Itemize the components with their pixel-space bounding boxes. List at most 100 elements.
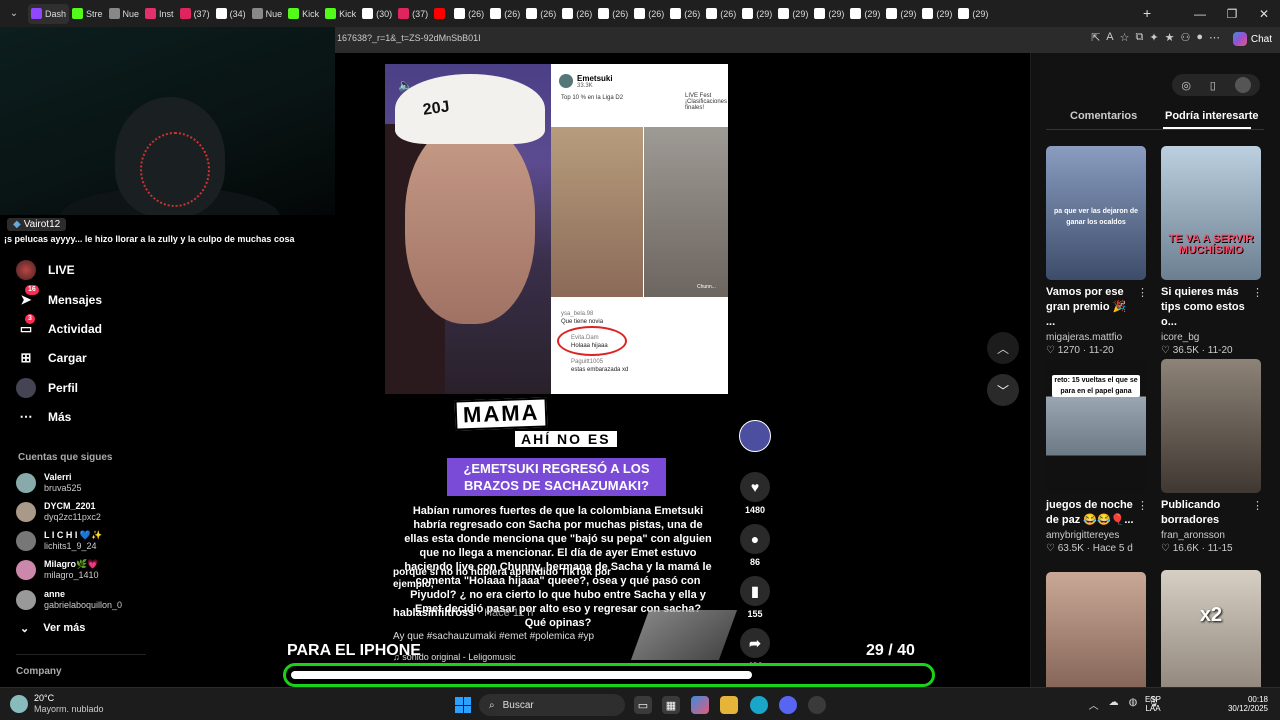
taskbar-search[interactable]: ⌕ Buscar — [479, 694, 625, 716]
recommended-card[interactable]: TE VA A SERVIR MUCHÍSIMO Si quieres más … — [1161, 146, 1263, 356]
app-icon[interactable] — [808, 696, 826, 714]
favorites-icon[interactable]: ★ — [1165, 31, 1175, 44]
phone-icon[interactable]: ▯ — [1210, 79, 1216, 92]
video-author[interactable]: hablasinfiltross · Hace 11 h — [393, 607, 533, 619]
tab-list-icon[interactable]: ⌄ — [0, 4, 28, 24]
card-thumbnail[interactable] — [1161, 359, 1261, 493]
followed-account[interactable]: DYCM_2201 dyq2zc11pxc2 — [16, 499, 101, 525]
recommended-card[interactable] — [1046, 572, 1146, 706]
favorite-icon[interactable]: ☆ — [1120, 31, 1130, 44]
copilot-button[interactable]: Chat — [1232, 32, 1272, 46]
copilot-app-icon[interactable] — [691, 696, 709, 714]
browser-tab[interactable]: Stre — [69, 4, 106, 24]
split-screen-icon[interactable]: ⧉ — [1136, 31, 1144, 44]
followed-account[interactable]: Milagro🌿💗 milagro_1410 — [16, 557, 99, 583]
browser-tab[interactable]: (26) — [487, 4, 523, 24]
creator-avatar-button[interactable] — [738, 420, 772, 452]
save-button[interactable]: ▮ 155 — [738, 576, 772, 619]
nav-activity[interactable]: ▭ 3 Actividad — [16, 314, 102, 341]
comment-button[interactable]: ● 86 — [738, 524, 772, 567]
card-thumbnail[interactable] — [1046, 572, 1146, 706]
more-options-icon[interactable]: ⋮ — [1137, 286, 1148, 299]
followed-account[interactable]: anne gabrielaboquillon_0 — [16, 587, 122, 613]
like-button[interactable]: ♥ 1480 — [738, 472, 772, 515]
browser-tab[interactable]: (30) — [359, 4, 395, 24]
tab-comments[interactable]: Comentarios — [1070, 110, 1137, 122]
close-icon[interactable]: ✕ — [1248, 0, 1280, 27]
card-thumbnail[interactable]: pa que ver las dejaron de ganar los ocal… — [1046, 146, 1146, 280]
card-thumbnail[interactable]: reto: 15 vueltas el que se para en el pa… — [1046, 359, 1146, 493]
discord-icon[interactable] — [779, 696, 797, 714]
card-thumbnail[interactable]: TE VA A SERVIR MUCHÍSIMO — [1161, 146, 1261, 280]
browser-tab[interactable]: Nue — [106, 4, 143, 24]
weather-widget[interactable]: 20°C Mayorm. nublado — [10, 693, 104, 715]
browser-tab[interactable]: Kick — [322, 4, 359, 24]
browser-tab[interactable]: Inst — [142, 4, 177, 24]
browser-tab[interactable]: (29) — [847, 4, 883, 24]
menu-icon[interactable]: ⋯ — [1209, 31, 1220, 44]
browser-tab[interactable]: Nue — [249, 4, 286, 24]
nav-upload[interactable]: ⊞ Cargar — [16, 346, 87, 370]
open-app-icon[interactable]: ⇱ — [1091, 31, 1100, 44]
new-tab-icon[interactable]: + — [1143, 5, 1151, 21]
translate-icon[interactable]: A — [1106, 31, 1113, 44]
browser-tab[interactable]: (26) — [559, 4, 595, 24]
network-icon[interactable]: ◍ — [1129, 697, 1138, 712]
browser-tab[interactable]: (37) — [177, 4, 213, 24]
browser-tab[interactable]: (29) — [811, 4, 847, 24]
chevron-up-icon[interactable]: ︿ — [1089, 697, 1099, 712]
url-field[interactable]: 167638?_r=1&_t=ZS-92dMnSbB01I — [337, 33, 481, 43]
avatar[interactable] — [1234, 77, 1251, 93]
browser-tab[interactable]: (29) — [955, 4, 991, 24]
more-options-icon[interactable]: ⋮ — [1252, 286, 1263, 299]
speaker-icon[interactable]: 🔈 — [398, 78, 413, 92]
company-link[interactable]: Company — [16, 666, 62, 677]
browser-tab[interactable]: (29) — [919, 4, 955, 24]
tab-recommended[interactable]: Podría interesarte — [1165, 110, 1259, 122]
followed-account[interactable]: Valerri bruva525 — [16, 470, 82, 496]
nav-more[interactable]: ⋯ Más — [16, 405, 72, 429]
recommended-card[interactable]: x2 — [1161, 570, 1261, 704]
browser-tab[interactable] — [431, 4, 451, 24]
clock[interactable]: 00:18 30/12/2025 — [1222, 695, 1268, 713]
browser-tab[interactable]: Kick — [285, 4, 322, 24]
maximize-icon[interactable]: ❐ — [1216, 0, 1248, 27]
browser-tab[interactable]: (26) — [451, 4, 487, 24]
store-icon[interactable]: ▦ — [662, 696, 680, 714]
card-thumbnail[interactable]: x2 — [1161, 570, 1261, 704]
more-options-icon[interactable]: ⋮ — [1137, 499, 1148, 512]
onedrive-icon[interactable]: ☁ — [1109, 697, 1119, 712]
browser-tab[interactable]: (26) — [631, 4, 667, 24]
browser-tab[interactable]: Dash — [28, 3, 70, 24]
nav-profile[interactable]: Perfil — [16, 376, 78, 400]
compass-icon[interactable]: ◎ — [1181, 79, 1191, 92]
nav-messages[interactable]: ➤ 16 Mensajes — [16, 285, 102, 312]
browser-tab[interactable]: (26) — [595, 4, 631, 24]
language-indicator[interactable]: ESP LAA — [1145, 695, 1161, 713]
browser-tab[interactable]: (37) — [395, 4, 431, 24]
browser-tab[interactable]: (34) — [213, 4, 249, 24]
file-explorer-icon[interactable] — [720, 696, 738, 714]
browser-tab[interactable]: (29) — [739, 4, 775, 24]
recommended-card[interactable]: pa que ver las dejaron de ganar los ocal… — [1046, 146, 1148, 356]
recommended-card[interactable]: Publicando borradores fran_aronsson ♡ 16… — [1161, 359, 1263, 554]
extensions-icon[interactable]: ✦ — [1149, 31, 1158, 44]
profile-icon[interactable]: ● — [1196, 31, 1203, 44]
browser-tab[interactable]: (26) — [523, 4, 559, 24]
browser-tab[interactable]: (26) — [703, 4, 739, 24]
task-view-icon[interactable]: ▭ — [634, 696, 652, 714]
nav-live[interactable]: LIVE — [16, 258, 75, 282]
next-video-button[interactable]: ﹀ — [987, 374, 1019, 406]
recommended-card[interactable]: reto: 15 vueltas el que se para en el pa… — [1046, 359, 1148, 554]
browser-tab[interactable]: (26) — [667, 4, 703, 24]
followed-account[interactable]: L I C H I 💙✨ lichits1_9_24 — [16, 528, 102, 554]
minimize-icon[interactable]: — — [1184, 0, 1216, 27]
start-button[interactable] — [455, 697, 471, 713]
collections-icon[interactable]: ⚇ — [1180, 31, 1190, 44]
previous-video-button[interactable]: ︿ — [987, 332, 1019, 364]
see-more-button[interactable]: ⌄ Ver más — [20, 622, 85, 635]
browser-tab[interactable]: (29) — [883, 4, 919, 24]
edge-icon[interactable] — [750, 696, 768, 714]
browser-tab[interactable]: (29) — [775, 4, 811, 24]
more-options-icon[interactable]: ⋮ — [1252, 499, 1263, 512]
